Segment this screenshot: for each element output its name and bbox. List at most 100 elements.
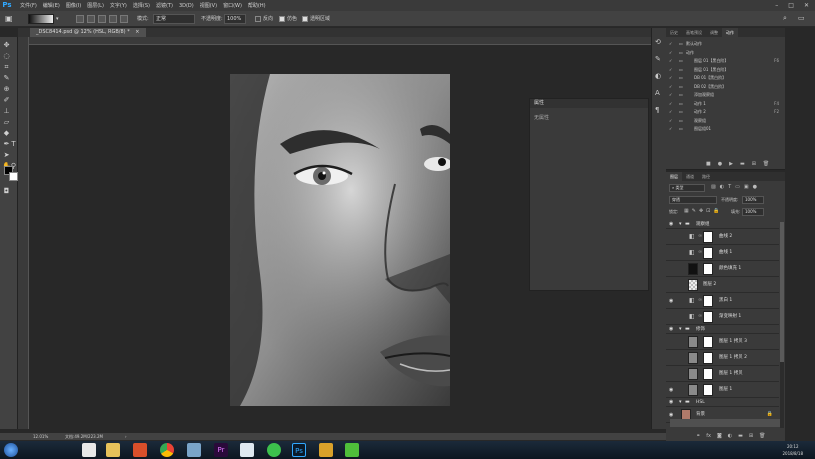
action-row[interactable]: ✓ ▭ 观察组 bbox=[666, 117, 785, 125]
action-row[interactable]: ✓ ▭ 动作 2 F2 bbox=[666, 108, 785, 116]
action-dialog-icon[interactable]: ▭ bbox=[679, 66, 683, 74]
radial-gradient-icon[interactable] bbox=[87, 15, 95, 23]
lasso-tool-icon[interactable]: ◌ bbox=[2, 52, 11, 61]
menu-file[interactable]: 文件(F) bbox=[20, 2, 37, 9]
link-layers-icon[interactable]: ⚭ bbox=[696, 433, 700, 440]
document-tab[interactable]: _DSC8414.psd @ 12% (HSL, RGB/8) * × bbox=[30, 28, 146, 37]
action-toggle-check-icon[interactable]: ✓ bbox=[669, 83, 672, 91]
reflected-gradient-icon[interactable] bbox=[109, 15, 117, 23]
layer-row[interactable]: ◧ ∞ 渐变映射 1 bbox=[666, 309, 779, 325]
action-dialog-icon[interactable]: ▭ bbox=[679, 91, 683, 99]
layer-mask-thumb[interactable] bbox=[703, 384, 713, 396]
background-color-swatch[interactable] bbox=[9, 172, 18, 181]
transparency-checkbox[interactable] bbox=[302, 16, 308, 22]
premiere-icon[interactable]: Pr bbox=[214, 443, 228, 457]
close-icon[interactable]: ✕ bbox=[804, 2, 809, 9]
type-filter-icon[interactable]: T bbox=[728, 184, 731, 192]
move-tool-icon[interactable]: ✥ bbox=[2, 41, 11, 50]
tab-adjustments[interactable]: 调整 bbox=[706, 28, 722, 37]
minimize-icon[interactable]: – bbox=[775, 2, 778, 9]
folder-icon[interactable] bbox=[106, 443, 120, 457]
new-group-icon[interactable]: ▬ bbox=[738, 433, 743, 440]
brush-presets-icon[interactable]: ✎ bbox=[655, 55, 661, 63]
menu-help[interactable]: 帮助(H) bbox=[248, 2, 266, 9]
photoshop-taskbar-icon[interactable]: Ps bbox=[292, 443, 306, 457]
layer-row[interactable]: 图层 1 拷贝 2 bbox=[666, 350, 779, 366]
chat-app-icon[interactable] bbox=[267, 443, 281, 457]
character-icon[interactable]: A bbox=[655, 89, 660, 97]
menu-image[interactable]: 图像(I) bbox=[66, 2, 81, 9]
paragraph-icon[interactable]: ¶ bbox=[655, 106, 659, 114]
play-icon[interactable]: ▶ bbox=[729, 161, 733, 169]
visibility-eye-icon[interactable] bbox=[669, 314, 675, 320]
menu-filter[interactable]: 滤镜(T) bbox=[156, 2, 173, 9]
action-toggle-check-icon[interactable]: ✓ bbox=[669, 57, 672, 65]
start-button-icon[interactable] bbox=[4, 443, 18, 457]
eraser-icon[interactable]: ▱ bbox=[2, 118, 11, 127]
menu-select[interactable]: 选择(S) bbox=[133, 2, 150, 9]
linear-gradient-icon[interactable] bbox=[76, 15, 84, 23]
action-dialog-icon[interactable]: ▭ bbox=[679, 57, 683, 65]
visibility-eye-icon[interactable]: ◉ bbox=[669, 412, 675, 418]
media-player-icon[interactable] bbox=[133, 443, 147, 457]
cloud-app-icon[interactable] bbox=[240, 443, 254, 457]
delete-icon[interactable]: 🗑 bbox=[763, 161, 769, 169]
layer-style-icon[interactable]: fx bbox=[706, 433, 711, 440]
record-icon[interactable]: ● bbox=[718, 161, 722, 169]
search-icon[interactable]: ⌕ bbox=[783, 14, 787, 23]
action-dialog-icon[interactable]: ▭ bbox=[679, 40, 683, 48]
layer-row[interactable]: ◉ ◧ ∞ 黑白 1 bbox=[666, 293, 779, 309]
notepad-icon[interactable] bbox=[82, 443, 96, 457]
action-toggle-check-icon[interactable]: ✓ bbox=[669, 108, 672, 116]
gradient-tool-icon[interactable]: ▣ bbox=[5, 14, 13, 24]
action-dialog-icon[interactable]: ▭ bbox=[679, 100, 683, 108]
visibility-eye-icon[interactable] bbox=[669, 371, 675, 377]
path-select-icon[interactable]: ➤ bbox=[2, 151, 11, 160]
brush-tool-icon[interactable]: ✐ bbox=[2, 96, 11, 105]
layer-row[interactable]: 颜色填充 1 bbox=[666, 261, 779, 277]
layer-group-row[interactable]: ◉ ▾ ▬ HSL bbox=[666, 398, 779, 407]
shape-filter-icon[interactable]: ▭ bbox=[735, 184, 740, 192]
layer-row[interactable]: ◧ ∞ 曲线 2 bbox=[666, 229, 779, 245]
expand-chevron-icon[interactable]: ▾ bbox=[679, 399, 682, 405]
action-row[interactable]: ✓ ▭ 图层组01 bbox=[666, 125, 785, 133]
visibility-eye-icon[interactable] bbox=[669, 250, 675, 256]
menu-layer[interactable]: 图层(L) bbox=[87, 2, 104, 9]
menu-type[interactable]: 文字(Y) bbox=[110, 2, 127, 9]
layer-group-row[interactable]: ◉ ▾ ▬ 修饰 bbox=[666, 325, 779, 334]
visibility-eye-icon[interactable]: ◉ bbox=[669, 221, 675, 227]
visibility-eye-icon[interactable] bbox=[669, 266, 675, 272]
expand-chevron-icon[interactable]: ▾ bbox=[679, 221, 682, 227]
action-dialog-icon[interactable]: ▭ bbox=[679, 108, 683, 116]
new-adjustment-icon[interactable]: ◐ bbox=[728, 433, 732, 440]
portrait-image[interactable] bbox=[230, 74, 452, 406]
close-tab-icon[interactable]: × bbox=[135, 29, 139, 35]
gradient-swatch[interactable] bbox=[28, 14, 54, 24]
visibility-eye-icon[interactable]: ◉ bbox=[669, 326, 675, 332]
type-tool-icon[interactable]: T bbox=[9, 140, 18, 149]
action-toggle-check-icon[interactable]: ✓ bbox=[669, 91, 672, 99]
quick-mask-icon[interactable]: ◘ bbox=[2, 187, 11, 196]
layer-thumb[interactable] bbox=[688, 368, 698, 380]
menu-edit[interactable]: 编辑(E) bbox=[43, 2, 60, 9]
layer-mask-thumb[interactable] bbox=[703, 311, 713, 323]
layer-thumb[interactable] bbox=[688, 352, 698, 364]
history-icon[interactable]: ⟲ bbox=[655, 38, 661, 46]
tab-actions[interactable]: 动作 bbox=[722, 28, 738, 37]
pixel-filter-icon[interactable]: ▨ bbox=[711, 184, 716, 192]
visibility-eye-icon[interactable] bbox=[669, 355, 675, 361]
layer-row[interactable]: 图层 2 bbox=[666, 277, 779, 293]
action-dialog-icon[interactable]: ▭ bbox=[679, 83, 683, 91]
menu-view[interactable]: 视图(V) bbox=[200, 2, 217, 9]
tab-paths[interactable]: 路径 bbox=[698, 172, 714, 181]
layer-kind-filter[interactable]: ⌕ 类型 bbox=[669, 184, 705, 192]
action-toggle-check-icon[interactable]: ✓ bbox=[669, 100, 672, 108]
blend-mode-select[interactable]: 穿透 bbox=[669, 196, 717, 204]
chrome-icon[interactable] bbox=[160, 443, 174, 457]
status-menu-icon[interactable]: › bbox=[125, 433, 127, 440]
layer-thumb[interactable] bbox=[688, 263, 698, 275]
lock-transparent-icon[interactable]: ▦ bbox=[684, 208, 689, 214]
menu-3d[interactable]: 3D(D) bbox=[179, 3, 194, 9]
opacity-input[interactable]: 100% bbox=[224, 14, 246, 24]
healing-brush-icon[interactable]: ⊕ bbox=[2, 85, 11, 94]
